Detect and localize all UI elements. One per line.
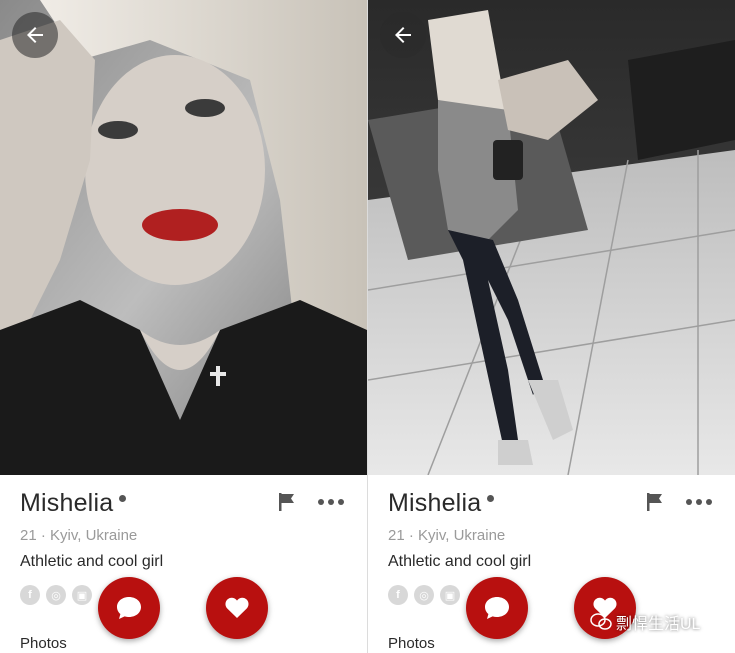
social-links: f ◎ ▣ (388, 585, 460, 605)
online-status-dot (119, 495, 127, 502)
facebook-icon[interactable]: f (388, 585, 408, 605)
wechat-icon (590, 613, 612, 630)
name-row: Mishelia (20, 489, 127, 518)
watermark: 剽悍生活UL (590, 610, 700, 634)
profile-panel-right: Mishelia 21 · Kyiv, Ukraine Athletic and… (368, 0, 735, 653)
chat-bubble-icon (117, 597, 141, 619)
profile-photo[interactable] (368, 0, 735, 475)
vk-icon[interactable]: ▣ (440, 585, 460, 605)
arrow-left-icon (27, 27, 43, 43)
message-button[interactable] (466, 577, 528, 639)
social-links: f ◎ ▣ (20, 585, 92, 605)
profile-name: Mishelia (388, 489, 482, 517)
photo-portrait (0, 0, 367, 475)
profile-info: Mishelia 21 · Kyiv, Ukraine Athletic and… (0, 475, 367, 653)
profile-photo[interactable] (0, 0, 367, 475)
profile-name: Mishelia (20, 489, 114, 517)
more-options-button[interactable] (318, 499, 344, 507)
online-status-dot (487, 495, 495, 502)
back-button[interactable] (12, 12, 58, 58)
chat-bubble-icon (485, 597, 509, 619)
photo-full-body (368, 0, 735, 475)
instagram-icon[interactable]: ◎ (46, 585, 66, 605)
profile-location: 21 · Kyiv, Ukraine (20, 527, 138, 544)
profile-panel-left: Mishelia 21 · Kyiv, Ukraine Athletic and… (0, 0, 367, 653)
more-horizontal-icon (686, 499, 692, 505)
like-button[interactable] (206, 577, 268, 639)
facebook-icon[interactable]: f (20, 585, 40, 605)
flag-icon (647, 493, 662, 511)
watermark-text: 剽悍生活UL (616, 616, 701, 633)
profile-tagline: Athletic and cool girl (388, 553, 532, 570)
back-button[interactable] (380, 12, 426, 58)
more-options-button[interactable] (686, 499, 712, 507)
vk-icon[interactable]: ▣ (72, 585, 92, 605)
report-button[interactable] (276, 491, 298, 513)
photos-section-title: Photos (388, 635, 435, 652)
report-button[interactable] (644, 491, 666, 513)
arrow-left-icon (395, 27, 411, 43)
profile-location: 21 · Kyiv, Ukraine (388, 527, 506, 544)
flag-icon (279, 493, 294, 511)
photos-section-title: Photos (20, 635, 67, 652)
message-button[interactable] (98, 577, 160, 639)
profile-tagline: Athletic and cool girl (20, 553, 164, 570)
name-row: Mishelia (388, 489, 495, 518)
screenshot: Mishelia 21 · Kyiv, Ukraine Athletic and… (0, 0, 735, 653)
heart-icon (225, 597, 249, 618)
instagram-icon[interactable]: ◎ (414, 585, 434, 605)
more-horizontal-icon (318, 499, 324, 505)
